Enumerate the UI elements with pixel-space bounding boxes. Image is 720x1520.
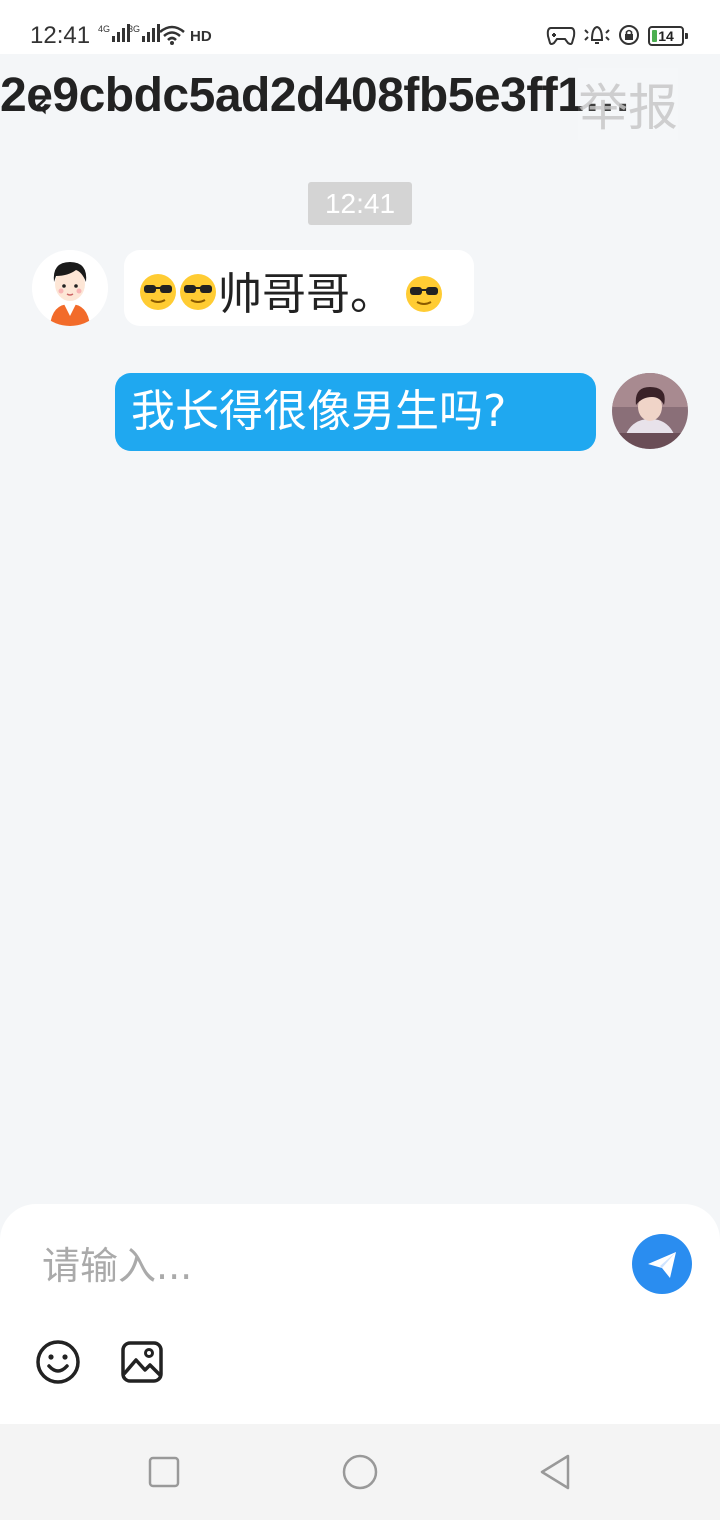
game-controller-icon	[546, 27, 576, 45]
incoming-message-text: 帅哥哥。	[218, 269, 394, 320]
battery-icon: 14	[648, 26, 688, 46]
message-input[interactable]	[42, 1236, 602, 1296]
wifi-icon	[159, 25, 185, 45]
message-timestamp: 12:41	[308, 182, 412, 225]
report-button[interactable]: 举报	[578, 68, 678, 140]
back-arrow-icon[interactable]: ‹	[34, 82, 49, 126]
system-nav-bar	[0, 1424, 720, 1520]
sunglasses-emoji-icon	[404, 274, 444, 314]
hd-icon: HD	[190, 28, 212, 45]
contact-avatar[interactable]	[32, 250, 108, 326]
signal-3g-icon: 3G	[128, 24, 162, 42]
outgoing-message-bubble[interactable]: 我长得很像男生吗?	[115, 373, 596, 451]
silent-bell-icon	[584, 25, 610, 44]
paper-plane-icon	[648, 1252, 676, 1278]
status-time: 12:41	[30, 22, 91, 49]
chat-header: 2e9cbdc5ad2d408fb5e3ff1… ‹ 举报	[0, 54, 720, 154]
image-icon	[121, 1341, 163, 1383]
send-button[interactable]	[632, 1234, 692, 1294]
outgoing-message-text: 我长得很像男生吗?	[131, 386, 507, 437]
rotation-lock-icon	[619, 25, 639, 45]
status-bar: 12:41 4G 3G HD 14	[0, 0, 720, 54]
recent-apps-button[interactable]	[144, 1452, 184, 1492]
message-composer	[0, 1204, 720, 1424]
sunglasses-emoji-icon	[178, 272, 218, 312]
smiley-icon	[36, 1340, 80, 1384]
triangle-back-icon	[540, 1454, 570, 1490]
image-picker-button[interactable]	[118, 1338, 166, 1386]
home-button[interactable]	[340, 1452, 380, 1492]
nav-back-button[interactable]	[536, 1452, 576, 1492]
user-avatar[interactable]	[612, 373, 688, 449]
signal-4g-icon: 4G	[98, 24, 132, 42]
square-icon	[148, 1456, 180, 1488]
incoming-message-row: 帅哥哥。	[0, 248, 720, 328]
outgoing-message-row: 我长得很像男生吗?	[0, 372, 720, 452]
emoji-button[interactable]	[34, 1338, 82, 1386]
incoming-message-bubble[interactable]: 帅哥哥。	[124, 250, 474, 326]
sunglasses-emoji-icon	[138, 272, 178, 312]
circle-icon	[342, 1454, 378, 1490]
